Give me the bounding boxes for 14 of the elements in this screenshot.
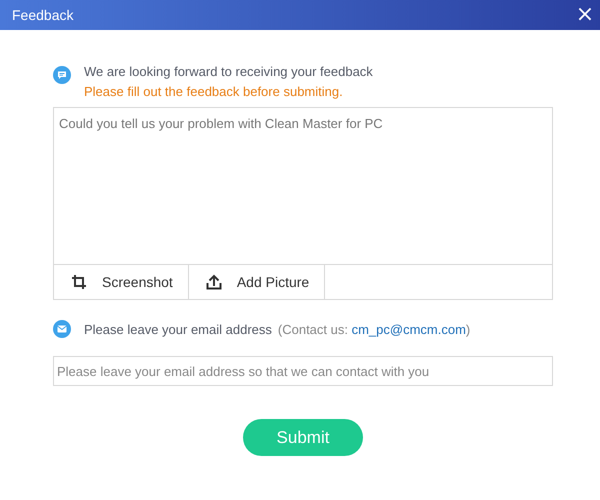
email-label: Please leave your email address	[84, 322, 272, 336]
contact-email-link[interactable]: cm_pc@cmcm.com	[352, 322, 466, 336]
close-button[interactable]: ×	[570, 0, 600, 30]
window-title: Feedback	[12, 7, 74, 23]
mail-icon	[53, 320, 71, 338]
crop-icon	[71, 274, 87, 290]
upload-icon	[206, 274, 222, 290]
intro-heading: We are looking forward to receiving your feedback	[84, 64, 373, 79]
contact-hint: (Contact us:	[278, 322, 349, 336]
contact-hint-end: )	[466, 322, 470, 336]
email-field[interactable]: Please leave your email address so that we can contact with you	[53, 356, 553, 386]
warning-text: Please fill out the feedback before submiting.	[84, 84, 344, 99]
message-icon	[53, 66, 71, 84]
feedback-field[interactable]: Could you tell us your problem with Clean Master for PC	[53, 107, 553, 264]
